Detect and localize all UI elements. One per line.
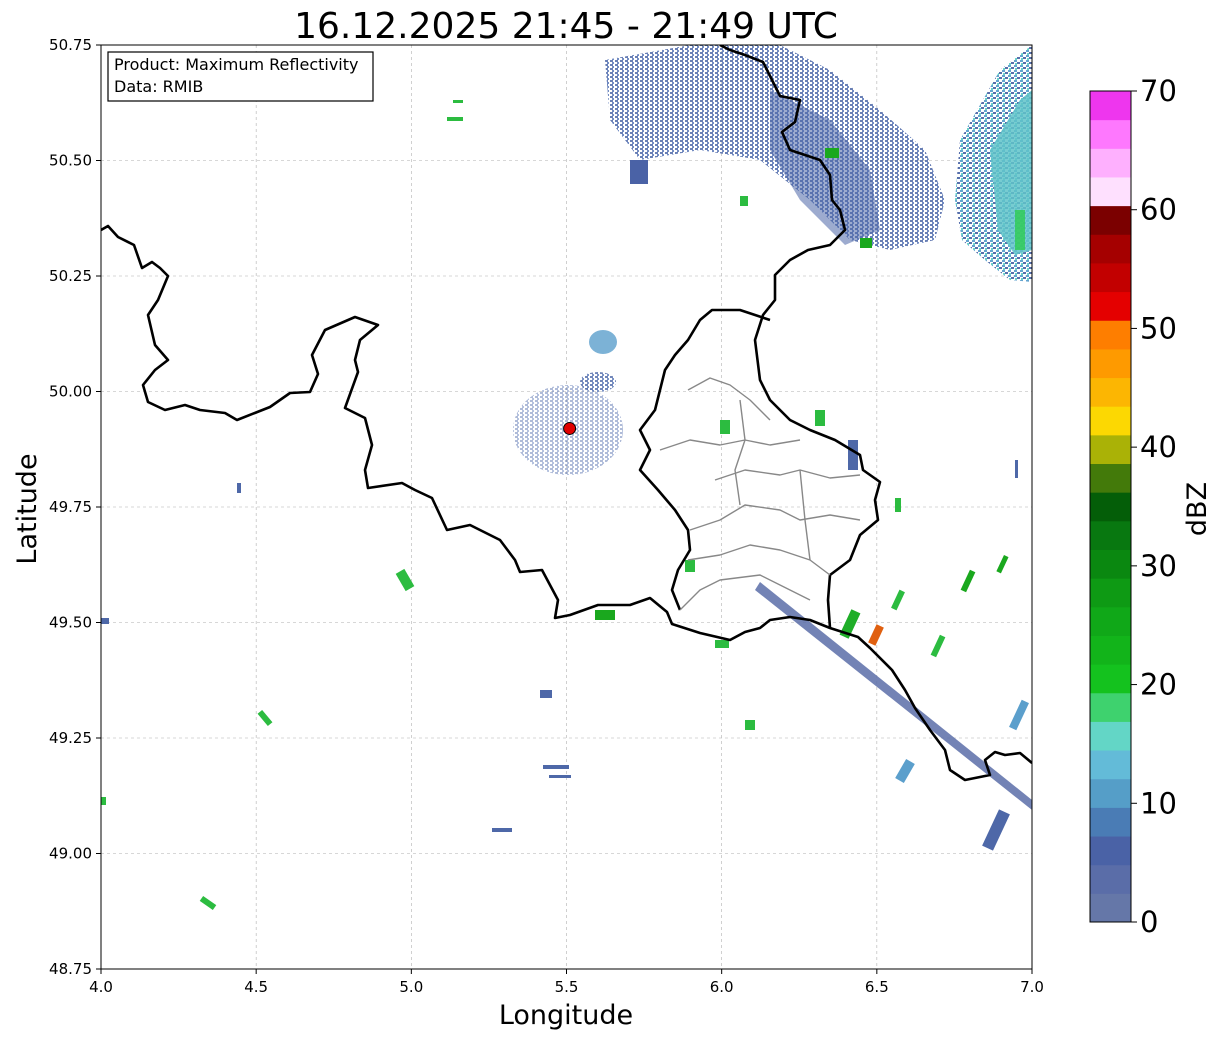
- x-axis-label: Longitude: [499, 1000, 633, 1031]
- colorbar-segment: [1090, 406, 1131, 436]
- colorbar-tick-label: 10: [1140, 786, 1177, 820]
- colorbar-tick-label: 70: [1140, 74, 1177, 108]
- x-tick-label: 4.5: [244, 978, 268, 996]
- x-tick-label: 7.0: [1020, 978, 1044, 996]
- colorbar-segment: [1090, 205, 1131, 235]
- colorbar-segment: [1090, 721, 1131, 751]
- x-tick-label: 6.5: [865, 978, 889, 996]
- radar-figure: 16.12.2025 21:45 - 21:49 UTC Product: Ma…: [12, 6, 1213, 1031]
- y-tick-label: 49.00: [49, 845, 92, 863]
- plot-area: Product: Maximum Reflectivity Data: RMIB: [100, 44, 1033, 970]
- colorbar-segment: [1090, 664, 1131, 694]
- echo-north-cell-3: [630, 160, 648, 184]
- x-tick-label: 6.0: [710, 978, 734, 996]
- colorbar-segment: [1090, 262, 1131, 293]
- y-axis: 48.75 49.00 49.25 49.50 49.75 50.00 50.25 50.50…: [49, 36, 101, 978]
- x-tick-label: 5.0: [399, 978, 423, 996]
- colorbar-segment: [1090, 864, 1131, 894]
- annotation-box: Product: Maximum Reflectivity Data: RMIB: [107, 51, 374, 102]
- colorbar-segment: [1090, 291, 1131, 321]
- colorbar-tick-label: 50: [1140, 311, 1177, 345]
- chart-title: 16.12.2025 21:45 - 21:49 UTC: [294, 6, 838, 47]
- colorbar-segment: [1090, 176, 1131, 207]
- y-tick-label: 49.50: [49, 614, 92, 632]
- colorbar-segment: [1090, 320, 1131, 350]
- colorbar-segment: [1090, 692, 1131, 722]
- colorbar-tick-label: 0: [1140, 905, 1158, 939]
- colorbar-segment: [1090, 348, 1131, 379]
- colorbar-segment: [1090, 549, 1131, 579]
- colorbar-segment: [1090, 606, 1131, 636]
- colorbar-tick-label: 60: [1140, 193, 1177, 227]
- colorbar: 0 10 20 30 40 50 60 70: [1089, 74, 1177, 939]
- colorbar-segment: [1090, 463, 1131, 493]
- colorbar-segment: [1090, 119, 1131, 149]
- y-tick-label: 50.75: [49, 36, 92, 54]
- colorbar-segment: [1090, 807, 1131, 837]
- radar-site-marker: [563, 421, 577, 435]
- colorbar-segment: [1090, 434, 1131, 465]
- colorbar-segment: [1090, 778, 1131, 808]
- colorbar-segment: [1090, 91, 1131, 121]
- echo-northeast-green: [1015, 210, 1025, 250]
- colorbar-tick-label: 20: [1140, 668, 1177, 702]
- colorbar-tick-label: 40: [1140, 430, 1177, 464]
- x-tick-label: 5.5: [555, 978, 579, 996]
- echo-clutter-north-2: [580, 372, 616, 392]
- echo-north-cell-2: [860, 238, 872, 248]
- colorbar-segment: [1090, 750, 1131, 780]
- colorbar-segment: [1090, 578, 1131, 608]
- colorbar-label: dBZ: [1182, 482, 1213, 536]
- colorbar-segment: [1090, 635, 1131, 665]
- y-axis-label: Latitude: [12, 453, 43, 564]
- y-tick-label: 50.25: [49, 267, 92, 285]
- annotation-source: Data: RMIB: [114, 77, 203, 96]
- annotation-product: Product: Maximum Reflectivity: [114, 55, 358, 74]
- y-tick-label: 50.00: [49, 383, 92, 401]
- colorbar-segment: [1090, 148, 1131, 178]
- echo-north-cell-1: [825, 148, 839, 158]
- colorbar-segment: [1090, 492, 1131, 522]
- x-axis: 4.0 4.5 5.0 5.5 6.0 6.5 7.0: [89, 969, 1044, 996]
- colorbar-segment: [1090, 234, 1131, 264]
- y-tick-label: 49.75: [49, 498, 92, 516]
- colorbar-segment: [1090, 520, 1131, 550]
- y-tick-label: 50.50: [49, 152, 92, 170]
- x-tick-label: 4.0: [89, 978, 113, 996]
- y-tick-label: 48.75: [49, 960, 92, 978]
- echo-clutter-north: [589, 330, 617, 354]
- y-tick-label: 49.25: [49, 729, 92, 747]
- colorbar-segment: [1090, 893, 1131, 923]
- colorbar-segment: [1090, 836, 1131, 866]
- colorbar-segment: [1090, 377, 1131, 407]
- colorbar-tick-label: 30: [1140, 549, 1177, 583]
